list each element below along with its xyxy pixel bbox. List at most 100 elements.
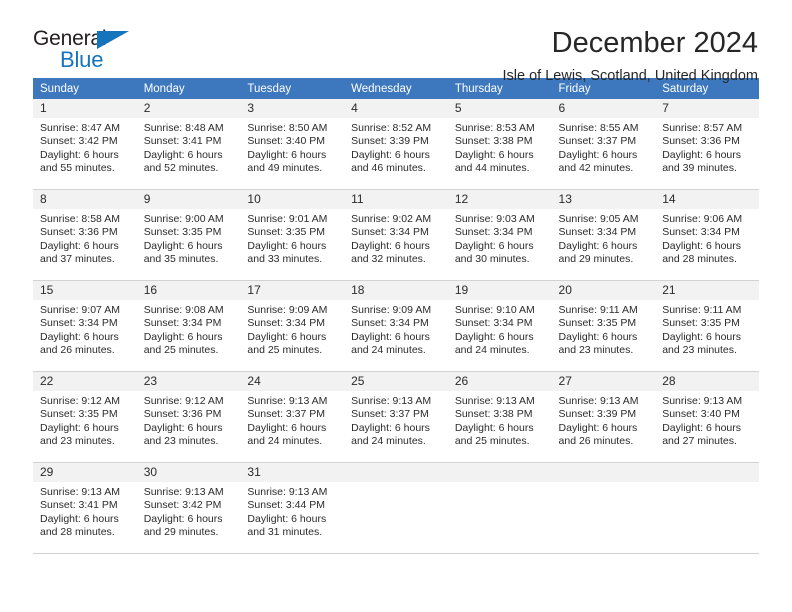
calendar-day[interactable]: 16 Sunrise: 9:08 AM Sunset: 3:34 PM Dayligh… <box>136 281 241 371</box>
calendar-day[interactable]: 13 Sunrise: 9:05 AM Sunset: 3:34 PM Dayligh… <box>551 190 656 280</box>
weekday-header-tuesday: Tuesday <box>240 78 345 99</box>
sunset-time: Sunset: 3:34 PM <box>558 226 637 239</box>
calendar-day[interactable]: 15 Sunrise: 9:07 AM Sunset: 3:34 PM Dayligh… <box>33 281 137 371</box>
day-details: Sunrise: 9:13 AM Sunset: 3:38 PM Daylight:… <box>448 391 552 449</box>
calendar-day-empty <box>655 463 759 553</box>
daylight-duration-line1: Daylight: 6 hours <box>454 239 534 252</box>
calendar-day[interactable]: 5 Sunrise: 8:53 AM Sunset: 3:38 PM Daylight… <box>447 99 552 189</box>
daylight-duration-line2: and 35 minutes. <box>143 253 219 266</box>
calendar-day[interactable]: 3 Sunrise: 8:50 AM Sunset: 3:40 PM Daylight… <box>240 99 345 189</box>
calendar-day[interactable]: 25 Sunrise: 9:13 AM Sunset: 3:37 PM Dayligh… <box>344 372 448 462</box>
calendar-day[interactable]: 20 Sunrise: 9:11 AM Sunset: 3:35 PM Dayligh… <box>551 281 656 371</box>
calendar-day[interactable]: 18 Sunrise: 9:09 AM Sunset: 3:34 PM Dayligh… <box>344 281 448 371</box>
day-number: 23 <box>136 372 241 391</box>
daylight-duration-line1: Daylight: 6 hours <box>662 330 742 343</box>
day-details: Sunrise: 9:09 AM Sunset: 3:34 PM Daylight:… <box>344 300 448 358</box>
day-number: 26 <box>447 372 552 391</box>
sunset-time: Sunset: 3:35 PM <box>558 317 637 330</box>
day-number: 19 <box>447 281 552 300</box>
day-number <box>344 463 448 482</box>
sunrise-time: Sunrise: 9:11 AM <box>662 304 742 316</box>
sunrise-time: Sunrise: 9:08 AM <box>143 304 224 316</box>
sunset-time: Sunset: 3:34 PM <box>351 226 429 239</box>
day-details: Sunrise: 8:50 AM Sunset: 3:40 PM Daylight:… <box>240 118 344 176</box>
day-number <box>447 463 552 482</box>
daylight-duration-line2: and 23 minutes. <box>662 344 737 357</box>
daylight-duration-line1: Daylight: 6 hours <box>558 148 638 161</box>
calendar-day[interactable]: 22 Sunrise: 9:12 AM Sunset: 3:35 PM Dayligh… <box>33 372 137 462</box>
calendar-day[interactable]: 28 Sunrise: 9:13 AM Sunset: 3:40 PM Dayligh… <box>655 372 759 462</box>
title-block: December 2024 Isle of Lewis, Scotland, U… <box>503 27 760 84</box>
calendar-day[interactable]: 31 Sunrise: 9:13 AM Sunset: 3:44 PM Dayligh… <box>240 463 345 553</box>
calendar-day[interactable]: 8 Sunrise: 8:58 AM Sunset: 3:36 PM Daylight… <box>33 190 137 280</box>
sunset-time: Sunset: 3:36 PM <box>662 135 740 148</box>
calendar-day[interactable]: 10 Sunrise: 9:01 AM Sunset: 3:35 PM Dayligh… <box>240 190 345 280</box>
calendar-day[interactable]: 11 Sunrise: 9:02 AM Sunset: 3:34 PM Dayligh… <box>344 190 448 280</box>
calendar-day[interactable]: 4 Sunrise: 8:52 AM Sunset: 3:39 PM Daylight… <box>344 99 448 189</box>
calendar-day[interactable]: 26 Sunrise: 9:13 AM Sunset: 3:38 PM Dayligh… <box>447 372 552 462</box>
calendar-day[interactable]: 30 Sunrise: 9:13 AM Sunset: 3:42 PM Dayligh… <box>136 463 241 553</box>
calendar-day[interactable]: 9 Sunrise: 9:00 AM Sunset: 3:35 PM Daylight… <box>136 190 241 280</box>
daylight-duration-line2: and 39 minutes. <box>662 162 737 175</box>
calendar-day[interactable]: 27 Sunrise: 9:13 AM Sunset: 3:39 PM Dayligh… <box>551 372 656 462</box>
calendar-cell: 16 Sunrise: 9:08 AM Sunset: 3:34 PM Dayligh… <box>136 280 241 372</box>
daylight-duration-line1: Daylight: 6 hours <box>454 421 534 434</box>
logo-text-general: General <box>33 27 107 50</box>
calendar-day[interactable]: 14 Sunrise: 9:06 AM Sunset: 3:34 PM Dayligh… <box>655 190 759 280</box>
daylight-duration-line2: and 24 minutes. <box>454 344 530 357</box>
day-number: 22 <box>33 372 137 391</box>
day-number: 31 <box>240 463 345 482</box>
daylight-duration-line1: Daylight: 6 hours <box>351 421 430 434</box>
day-details: Sunrise: 9:03 AM Sunset: 3:34 PM Daylight:… <box>448 209 552 267</box>
daylight-duration-line1: Daylight: 6 hours <box>558 330 638 343</box>
day-details: Sunrise: 9:06 AM Sunset: 3:34 PM Daylight:… <box>655 209 759 267</box>
calendar-cell: 18 Sunrise: 9:09 AM Sunset: 3:34 PM Dayligh… <box>344 280 448 372</box>
sunset-time: Sunset: 3:38 PM <box>454 408 533 421</box>
calendar-cell: 31 Sunrise: 9:13 AM Sunset: 3:44 PM Dayligh… <box>240 462 345 554</box>
daylight-duration-line1: Daylight: 6 hours <box>143 421 223 434</box>
day-number <box>655 463 759 482</box>
day-details: Sunrise: 9:08 AM Sunset: 3:34 PM Daylight:… <box>137 300 241 358</box>
day-details: Sunrise: 9:13 AM Sunset: 3:40 PM Daylight:… <box>655 391 759 449</box>
day-details: Sunrise: 9:13 AM Sunset: 3:44 PM Daylight:… <box>240 482 344 540</box>
calendar-day[interactable]: 12 Sunrise: 9:03 AM Sunset: 3:34 PM Dayligh… <box>447 190 552 280</box>
calendar-day[interactable]: 29 Sunrise: 9:13 AM Sunset: 3:41 PM Dayligh… <box>33 463 137 553</box>
calendar-day[interactable]: 1 Sunrise: 8:47 AM Sunset: 3:42 PM Daylight… <box>33 99 137 189</box>
day-details: Sunrise: 9:09 AM Sunset: 3:34 PM Daylight:… <box>240 300 344 358</box>
calendar-day[interactable]: 23 Sunrise: 9:12 AM Sunset: 3:36 PM Dayligh… <box>136 372 241 462</box>
calendar-day[interactable]: 6 Sunrise: 8:55 AM Sunset: 3:37 PM Daylight… <box>551 99 656 189</box>
weekday-header-sunday: Sunday <box>33 78 137 99</box>
calendar-cell: 6 Sunrise: 8:55 AM Sunset: 3:37 PM Daylight… <box>551 99 656 190</box>
calendar-cell: 23 Sunrise: 9:12 AM Sunset: 3:36 PM Dayligh… <box>136 371 241 463</box>
daylight-duration-line2: and 25 minutes. <box>454 435 530 448</box>
day-details: Sunrise: 9:13 AM Sunset: 3:39 PM Daylight:… <box>552 391 656 449</box>
sunset-time: Sunset: 3:34 PM <box>143 317 222 330</box>
sunrise-time: Sunrise: 8:53 AM <box>454 122 535 134</box>
sunset-time: Sunset: 3:39 PM <box>558 408 637 421</box>
sunrise-time: Sunrise: 9:10 AM <box>454 304 535 316</box>
day-number: 24 <box>240 372 345 391</box>
calendar-cell: 10 Sunrise: 9:01 AM Sunset: 3:35 PM Dayligh… <box>240 189 345 281</box>
sunset-time: Sunset: 3:42 PM <box>143 499 222 512</box>
calendar-day[interactable]: 7 Sunrise: 8:57 AM Sunset: 3:36 PM Daylight… <box>655 99 759 189</box>
sunset-time: Sunset: 3:34 PM <box>351 317 429 330</box>
daylight-duration-line1: Daylight: 6 hours <box>247 239 327 252</box>
daylight-duration-line2: and 42 minutes. <box>558 162 634 175</box>
daylight-duration-line1: Daylight: 6 hours <box>40 239 119 252</box>
day-details: Sunrise: 8:47 AM Sunset: 3:42 PM Daylight:… <box>33 118 137 176</box>
sunrise-time: Sunrise: 9:13 AM <box>662 395 743 407</box>
calendar-day[interactable]: 2 Sunrise: 8:48 AM Sunset: 3:41 PM Daylight… <box>136 99 241 189</box>
sunset-time: Sunset: 3:35 PM <box>247 226 326 239</box>
sunrise-sunset-calendar: Sunday Monday Tuesday Wednesday Thursday… <box>33 78 759 554</box>
day-number: 20 <box>551 281 656 300</box>
sunrise-time: Sunrise: 8:58 AM <box>40 213 120 225</box>
day-number: 6 <box>551 99 656 118</box>
daylight-duration-line1: Daylight: 6 hours <box>662 148 742 161</box>
calendar-day[interactable]: 19 Sunrise: 9:10 AM Sunset: 3:34 PM Dayligh… <box>447 281 552 371</box>
calendar-day[interactable]: 17 Sunrise: 9:09 AM Sunset: 3:34 PM Dayligh… <box>240 281 345 371</box>
calendar-day[interactable]: 21 Sunrise: 9:11 AM Sunset: 3:35 PM Dayligh… <box>655 281 759 371</box>
day-number: 25 <box>344 372 448 391</box>
general-blue-logo[interactable]: General Blue <box>33 28 145 74</box>
calendar-day[interactable]: 24 Sunrise: 9:13 AM Sunset: 3:37 PM Dayligh… <box>240 372 345 462</box>
day-details: Sunrise: 9:05 AM Sunset: 3:34 PM Daylight:… <box>552 209 656 267</box>
